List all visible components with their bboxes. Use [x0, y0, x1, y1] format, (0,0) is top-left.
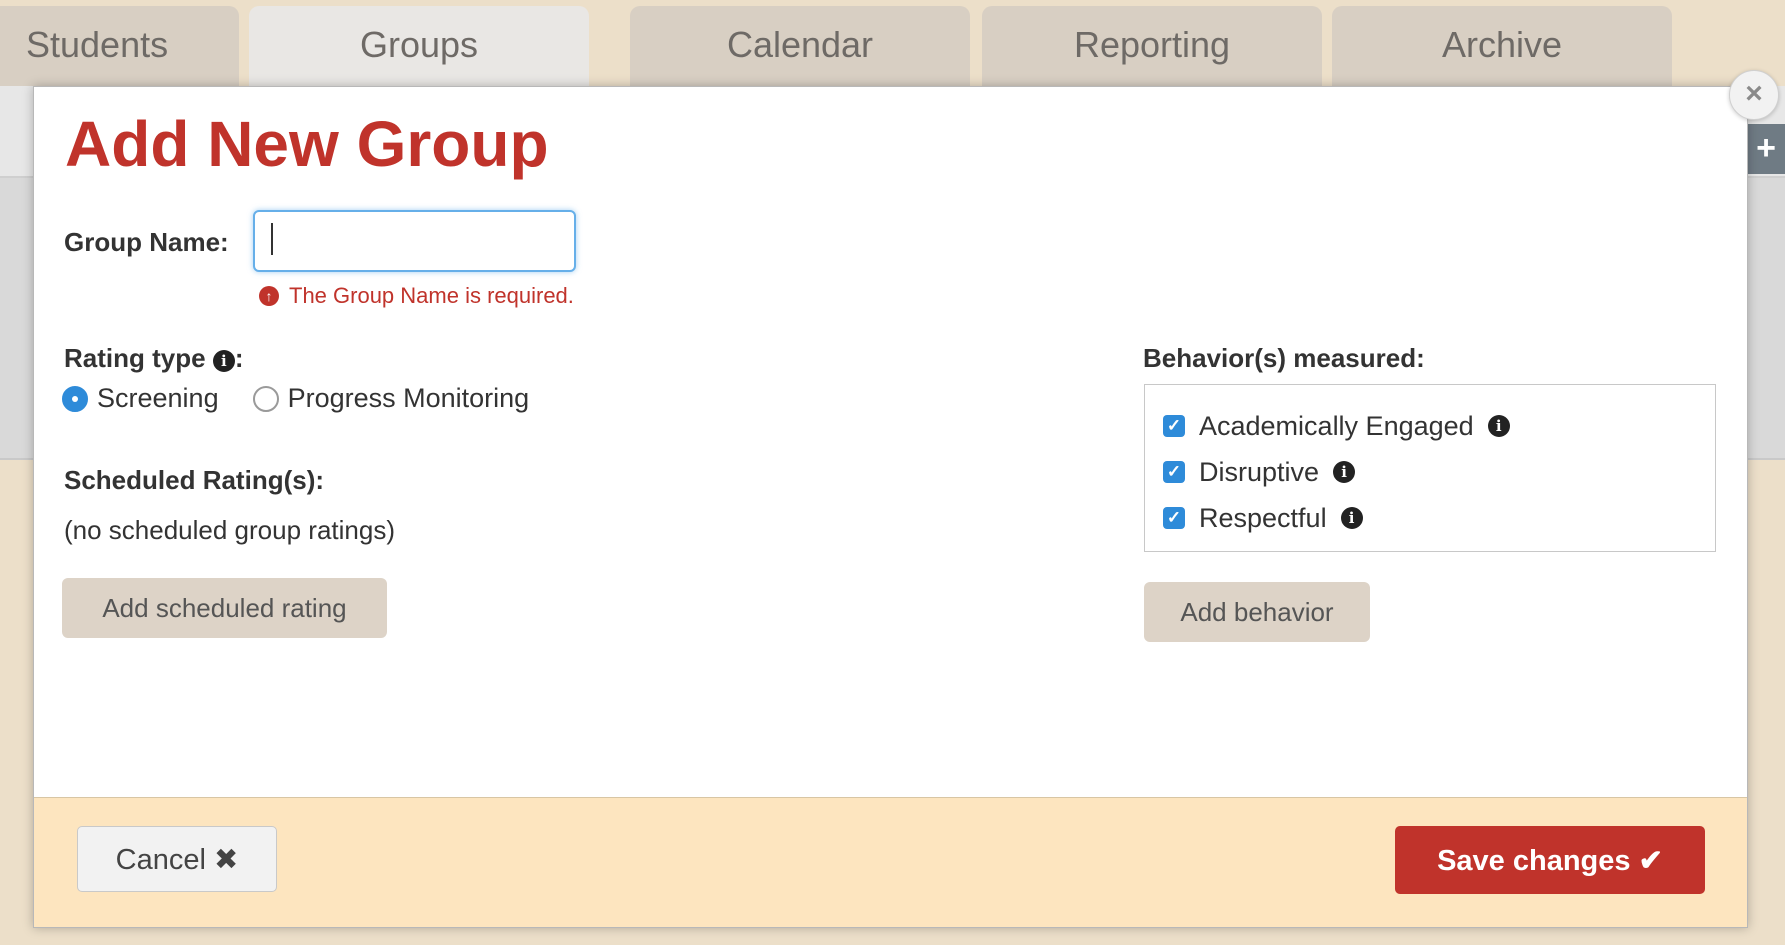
tab-calendar[interactable]: Calendar	[630, 6, 970, 86]
radio-progress-monitoring[interactable]: Progress Monitoring	[252, 383, 530, 414]
add-icon-button[interactable]: +	[1747, 124, 1785, 174]
tab-archive[interactable]: Archive	[1332, 6, 1672, 86]
behaviors-list: ✓ Academically Engaged i ✓ Disruptive i …	[1163, 403, 1510, 541]
scheduled-ratings-empty: (no scheduled group ratings)	[64, 515, 395, 545]
add-group-modal: Add New Group Group Name: ↑ The Group Na…	[33, 86, 1748, 928]
tab-groups[interactable]: Groups	[249, 6, 589, 86]
rating-type-text: Rating type	[64, 343, 206, 373]
checkbox-checked-icon[interactable]: ✓	[1163, 461, 1185, 483]
behaviors-list-box: ✓ Academically Engaged i ✓ Disruptive i …	[1144, 384, 1716, 552]
group-name-error: ↑ The Group Name is required.	[259, 283, 574, 309]
behavior-item-academically-engaged: ✓ Academically Engaged i	[1163, 403, 1510, 449]
checkbox-checked-icon[interactable]: ✓	[1163, 507, 1185, 529]
radio-checked-icon[interactable]	[62, 385, 88, 412]
info-icon[interactable]: i	[1333, 461, 1356, 483]
info-icon[interactable]: i	[1340, 507, 1363, 529]
modal-close-icon[interactable]: ×	[1729, 70, 1779, 120]
modal-title: Add New Group	[65, 108, 549, 180]
tab-students[interactable]: Students	[0, 6, 239, 86]
radio-screening[interactable]: Screening	[62, 383, 219, 414]
add-scheduled-rating-button[interactable]: Add scheduled rating	[62, 578, 387, 638]
behavior-label: Academically Engaged	[1199, 410, 1474, 441]
behaviors-label: Behavior(s) measured:	[1143, 343, 1425, 373]
modal-footer: Cancel ✖ Save changes ✔	[34, 797, 1747, 927]
add-behavior-button[interactable]: Add behavior	[1144, 582, 1370, 642]
save-changes-button[interactable]: Save changes ✔	[1395, 826, 1705, 894]
radio-progress-label: Progress Monitoring	[287, 383, 530, 413]
behavior-label: Respectful	[1199, 502, 1327, 533]
cancel-label: Cancel	[115, 843, 206, 876]
behavior-item-respectful: ✓ Respectful i	[1163, 495, 1510, 541]
text-cursor	[271, 223, 273, 255]
rating-type-label: Rating type i:	[64, 343, 243, 374]
info-icon[interactable]: i	[1487, 415, 1510, 437]
scheduled-ratings-label: Scheduled Rating(s):	[64, 465, 325, 495]
error-arrow-icon: ↑	[259, 286, 279, 306]
group-name-input[interactable]	[253, 210, 576, 272]
behavior-item-disruptive: ✓ Disruptive i	[1163, 449, 1510, 495]
error-text: The Group Name is required.	[289, 283, 574, 308]
radio-unchecked-icon[interactable]	[252, 385, 279, 412]
close-x-icon: ✖	[214, 843, 239, 876]
tab-reporting[interactable]: Reporting	[982, 6, 1322, 86]
checkmark-icon: ✔	[1638, 844, 1663, 877]
rating-type-radios: Screening Progress Monitoring	[62, 383, 563, 414]
checkbox-checked-icon[interactable]: ✓	[1163, 415, 1185, 437]
group-name-label: Group Name:	[64, 227, 229, 257]
info-icon[interactable]: i	[212, 350, 235, 372]
rating-type-colon: :	[234, 343, 244, 373]
radio-screening-label: Screening	[97, 383, 219, 413]
save-label: Save changes	[1437, 844, 1631, 877]
behavior-label: Disruptive	[1199, 456, 1320, 487]
main-tabs: Students Groups Calendar Reporting Archi…	[0, 6, 1785, 86]
cancel-button[interactable]: Cancel ✖	[77, 826, 277, 892]
